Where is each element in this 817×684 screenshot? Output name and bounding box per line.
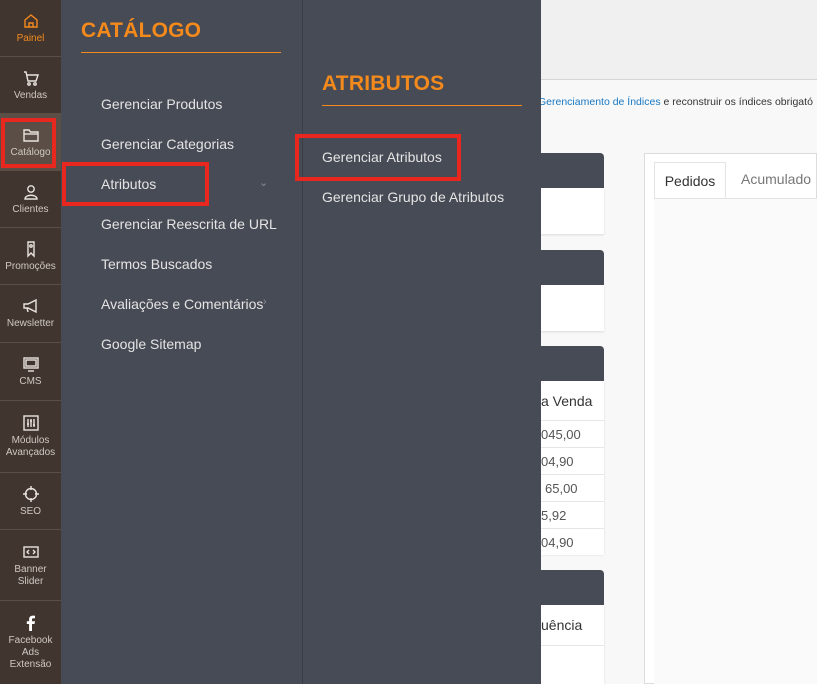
attributes-flyout-menu: ATRIBUTOS Gerenciar Atributos Gerenciar … [302, 0, 541, 684]
catalog-flyout-menu: CATÁLOGO Gerenciar Produtos Gerenciar Ca… [61, 0, 302, 684]
sidebar-item-cms[interactable]: CMS [0, 343, 61, 401]
index-management-link[interactable]: Gerenciamento de Índices [538, 96, 661, 108]
sidebar-item-newsletter[interactable]: Newsletter [0, 285, 61, 343]
sidebar-item-label: SEO [19, 505, 42, 517]
table-cell: 045,00 [541, 420, 604, 447]
highlight-gerenciar-atributos [295, 134, 461, 181]
table-header: a Venda [541, 393, 593, 409]
menu-item-reescrita-url[interactable]: Gerenciar Reescrita de URL [101, 216, 277, 232]
cart-icon [22, 69, 40, 87]
title-divider [322, 105, 522, 106]
table-cell: 04,90 [541, 528, 604, 555]
sidebar-item-painel[interactable]: Painel [0, 0, 61, 57]
chevron-down-icon: ⌄ [259, 177, 269, 189]
sidebar-item-vendas[interactable]: Vendas [0, 57, 61, 114]
attributes-menu-title: ATRIBUTOS [322, 72, 445, 95]
highlight-atributos [62, 162, 209, 206]
tab-pedidos[interactable]: Pedidos [654, 162, 726, 198]
chevron-right-icon: › [263, 296, 267, 308]
table-cell: 5,92 [541, 501, 604, 528]
sidebar-item-banner-slider[interactable]: Banner Slider [0, 530, 61, 601]
sidebar-item-seo[interactable]: SEO [0, 473, 61, 530]
sidebar-item-label: Facebook Ads Extensão [8, 635, 53, 670]
menu-item-avaliacoes-comentarios[interactable]: Avaliações e Comentários [101, 296, 263, 312]
admin-sidebar: Painel Vendas Catálogo Clientes Promoçõe… [0, 0, 61, 684]
user-icon [22, 183, 40, 201]
highlight-catalogo [1, 118, 56, 168]
sidebar-item-label: Newsletter [6, 318, 55, 329]
card-header [541, 570, 604, 605]
table-header: uência [541, 617, 583, 633]
card-header [541, 153, 604, 188]
catalog-menu-title: CATÁLOGO [81, 19, 202, 42]
card-body [541, 188, 604, 234]
page-header [541, 0, 817, 80]
sidebar-item-facebook-ads[interactable]: Facebook Ads Extensão [0, 601, 61, 684]
card-header [541, 250, 604, 285]
sidebar-item-label: Banner Slider [14, 563, 47, 587]
menu-item-google-sitemap[interactable]: Google Sitemap [101, 336, 201, 352]
sliders-icon [22, 414, 40, 432]
sidebar-item-label: Vendas [13, 89, 48, 101]
sidebar-item-label: Clientes [12, 203, 49, 215]
menu-item-gerenciar-categorias[interactable]: Gerenciar Categorias [101, 136, 234, 152]
sidebar-item-promocoes[interactable]: Promoções [0, 228, 61, 285]
code-icon [22, 543, 40, 561]
sidebar-item-modulos-avancados[interactable]: Módulos Avançados [0, 401, 61, 473]
menu-item-termos-buscados[interactable]: Termos Buscados [101, 256, 212, 272]
menu-item-gerenciar-produtos[interactable]: Gerenciar Produtos [101, 96, 222, 112]
sidebar-item-clientes[interactable]: Clientes [0, 171, 61, 228]
tag-icon [22, 240, 40, 258]
menu-item-gerenciar-grupo-atributos[interactable]: Gerenciar Grupo de Atributos [322, 189, 504, 205]
megaphone-icon [22, 297, 40, 315]
monitor-icon [22, 355, 40, 373]
tab-content [654, 198, 817, 684]
table-cell: 04,90 [541, 447, 604, 474]
sidebar-item-label: Módulos Avançados [5, 435, 56, 458]
table-cell: 65,00 [541, 474, 604, 501]
index-notice: Gerenciamento de Índices e reconstruir o… [538, 96, 813, 108]
title-divider [81, 52, 281, 53]
sidebar-item-label: Promoções [5, 260, 56, 272]
notice-text: e reconstruir os índices obrigató [660, 96, 813, 108]
sidebar-item-label: Painel [16, 32, 45, 44]
card-body [541, 285, 604, 331]
home-icon [22, 12, 40, 30]
crosshair-icon [22, 485, 40, 503]
tab-acumulado[interactable]: Acumulado [741, 171, 811, 187]
sidebar-item-label: CMS [19, 376, 42, 387]
facebook-icon [22, 614, 40, 632]
table-row [541, 645, 604, 684]
card-header [541, 346, 604, 381]
